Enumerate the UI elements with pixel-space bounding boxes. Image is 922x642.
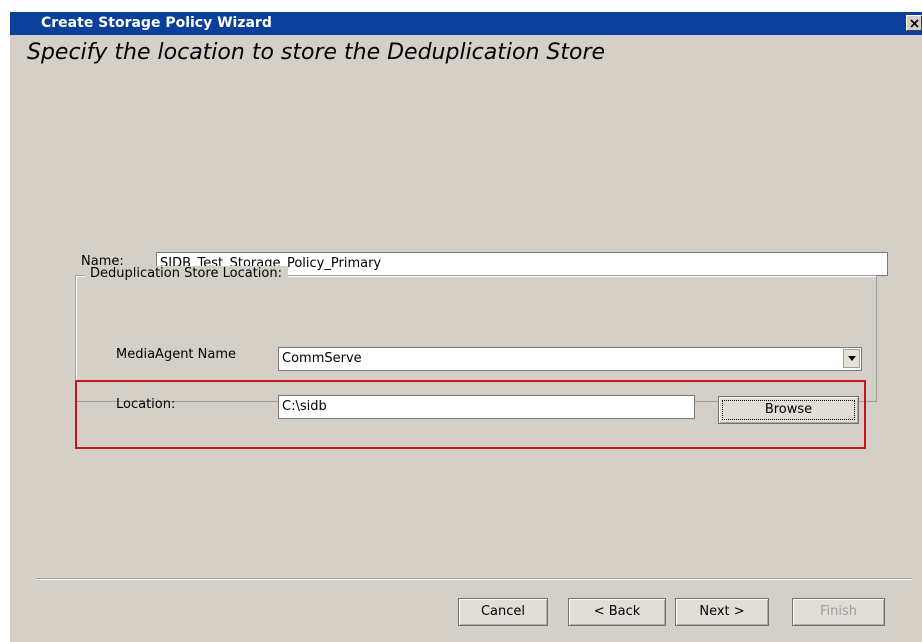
footer-separator [36, 578, 912, 580]
title-bar: Create Storage Policy Wizard [10, 12, 922, 35]
finish-button[interactable]: Finish [792, 598, 885, 626]
wizard-window: Create Storage Policy Wizard Specify the… [0, 0, 922, 642]
close-button[interactable] [906, 15, 922, 31]
back-button-label: < Back [593, 604, 641, 619]
next-button-label: Next > [699, 604, 745, 619]
media-agent-label: MediaAgent Name [116, 347, 237, 362]
cancel-button[interactable]: Cancel [458, 598, 548, 626]
chevron-down-icon [848, 356, 856, 361]
finish-button-label: Finish [819, 604, 857, 619]
next-button[interactable]: Next > [675, 598, 769, 626]
group-title: Deduplication Store Location: [85, 266, 288, 281]
media-agent-value: CommServe [282, 351, 362, 366]
back-button[interactable]: < Back [568, 598, 666, 626]
close-icon [910, 19, 919, 28]
window-title: Create Storage Policy Wizard [41, 15, 272, 31]
dropdown-arrow-button[interactable] [843, 349, 860, 368]
media-agent-dropdown[interactable]: CommServe [278, 347, 862, 371]
cancel-button-label: Cancel [480, 604, 526, 619]
page-heading: Specify the location to store the Dedupl… [27, 40, 606, 65]
highlight-box [75, 380, 866, 449]
